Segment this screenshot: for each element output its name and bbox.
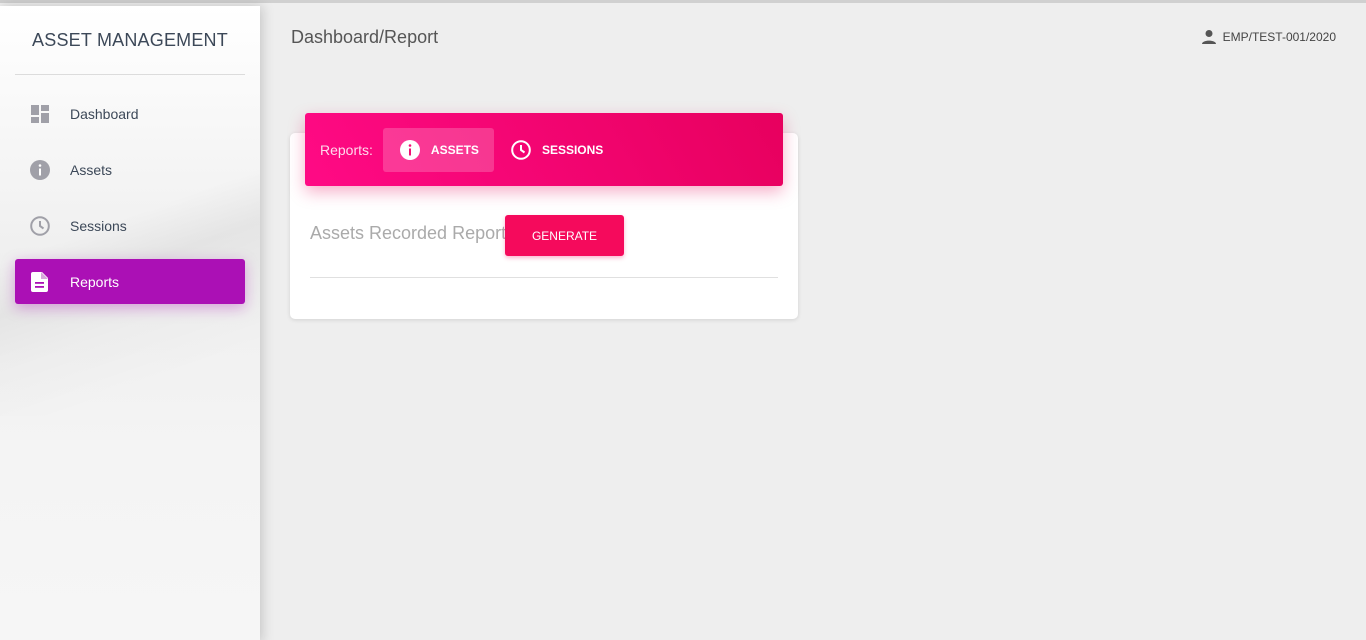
- sidebar-item-sessions[interactable]: Sessions: [15, 203, 245, 248]
- tab-label: ASSETS: [430, 142, 479, 157]
- sidebar-item-label: Assets: [70, 161, 113, 178]
- document-icon: [28, 270, 52, 294]
- sidebar-item-label: Dashboard: [70, 105, 139, 122]
- tab-assets[interactable]: ASSETS: [382, 127, 494, 172]
- divider: [310, 277, 778, 278]
- info-icon: [399, 139, 421, 161]
- sidebar-item-label: Sessions: [70, 217, 127, 234]
- generate-button[interactable]: GENERATE: [505, 215, 624, 256]
- tabs-label: Reports:: [320, 141, 373, 158]
- sidebar-item-reports[interactable]: Reports: [15, 259, 245, 304]
- tab-sessions[interactable]: SESSIONS: [494, 128, 618, 172]
- user-id: EMP/TEST-001/2020: [1222, 30, 1336, 44]
- sidebar-item-assets[interactable]: Assets: [15, 147, 245, 192]
- person-icon: [1201, 29, 1217, 45]
- report-title: Assets Recorded Report: [310, 223, 507, 243]
- clock-icon: [510, 139, 532, 161]
- sidebar-nav: Dashboard Assets Sessions Reports: [15, 91, 245, 315]
- page-title: Dashboard/Report: [291, 27, 439, 47]
- sidebar-item-dashboard[interactable]: Dashboard: [15, 91, 245, 136]
- dashboard-icon: [28, 102, 52, 126]
- sidebar: ASSET MANAGEMENT Dashboard Assets Sessio…: [0, 6, 260, 640]
- app-logo[interactable]: ASSET MANAGEMENT: [15, 6, 245, 75]
- report-card-header: Reports: ASSETS SESSIONS: [305, 113, 783, 186]
- tab-label: SESSIONS: [541, 142, 604, 157]
- user-menu[interactable]: EMP/TEST-001/2020: [1201, 29, 1336, 45]
- sidebar-item-label: Reports: [70, 273, 120, 290]
- info-icon: [28, 158, 52, 182]
- clock-icon: [28, 214, 52, 238]
